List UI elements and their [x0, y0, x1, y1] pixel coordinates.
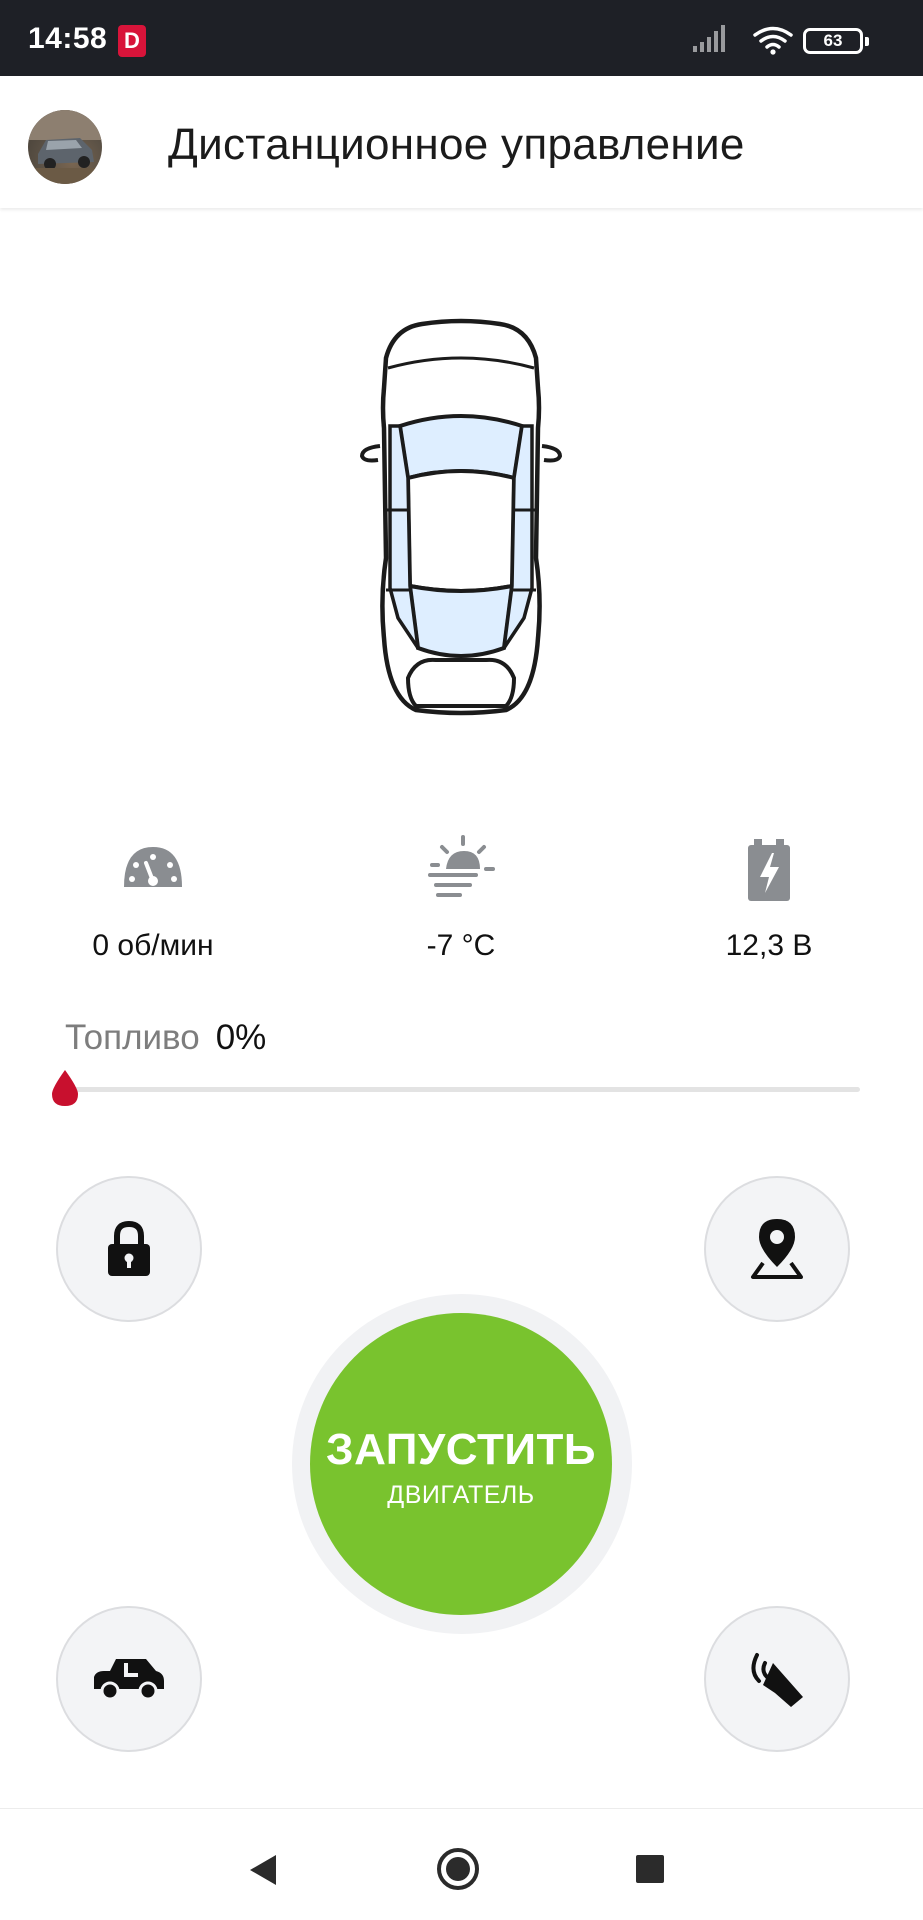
- signal-icon: [693, 25, 725, 52]
- wifi-icon: [753, 26, 793, 55]
- start-engine-subtitle: ДВИГАТЕЛЬ: [387, 1481, 535, 1509]
- page-title: Дистанционное управление: [168, 120, 745, 169]
- recent-square-icon[interactable]: [636, 1855, 664, 1883]
- start-engine-title: ЗАПУСТИТЬ: [326, 1425, 596, 1474]
- app-notification-badge: D: [118, 25, 146, 57]
- battery-charge-icon: [748, 839, 790, 901]
- fuel-row: Топливо 0%: [65, 1018, 266, 1058]
- horn-button[interactable]: [704, 1606, 850, 1752]
- battery-status-icon: 63: [803, 28, 869, 54]
- fuel-value: 0%: [215, 1018, 267, 1057]
- start-engine-button[interactable]: ЗАПУСТИТЬ ДВИГАТЕЛЬ: [310, 1313, 612, 1615]
- car-trunk-icon: [94, 1659, 164, 1701]
- voltage-stat: 12,3 В: [654, 835, 884, 963]
- horn-icon: [751, 1653, 803, 1707]
- speedometer-icon: [124, 847, 182, 887]
- car-photo-icon: [28, 110, 102, 184]
- app-header: Дистанционное управление: [0, 76, 923, 208]
- home-circle-icon[interactable]: [436, 1847, 480, 1891]
- lock-button[interactable]: [56, 1176, 202, 1322]
- rpm-stat: 0 об/мин: [38, 835, 268, 963]
- fuel-level-bar: [65, 1087, 860, 1092]
- rpm-value: 0 об/мин: [92, 929, 214, 962]
- car-avatar[interactable]: [28, 110, 102, 184]
- system-nav-bar: [0, 1808, 923, 1920]
- status-bar: 14:58 D 63: [0, 0, 923, 76]
- location-button[interactable]: [704, 1176, 850, 1322]
- map-pin-icon: [751, 1219, 803, 1279]
- lock-icon: [108, 1220, 150, 1276]
- trunk-button[interactable]: [56, 1606, 202, 1752]
- voltage-value: 12,3 В: [725, 929, 813, 962]
- temperature-stat: -7 °C: [346, 835, 576, 963]
- fuel-drop-icon: [52, 1070, 78, 1106]
- back-triangle-icon[interactable]: [248, 1853, 278, 1887]
- fuel-label: Топливо: [65, 1018, 200, 1057]
- status-time: 14:58: [28, 22, 108, 55]
- temperature-value: -7 °C: [426, 929, 496, 962]
- battery-level: 63: [823, 31, 843, 50]
- car-top-view-illustration: [359, 318, 563, 716]
- weather-sun-fog-icon: [428, 835, 495, 897]
